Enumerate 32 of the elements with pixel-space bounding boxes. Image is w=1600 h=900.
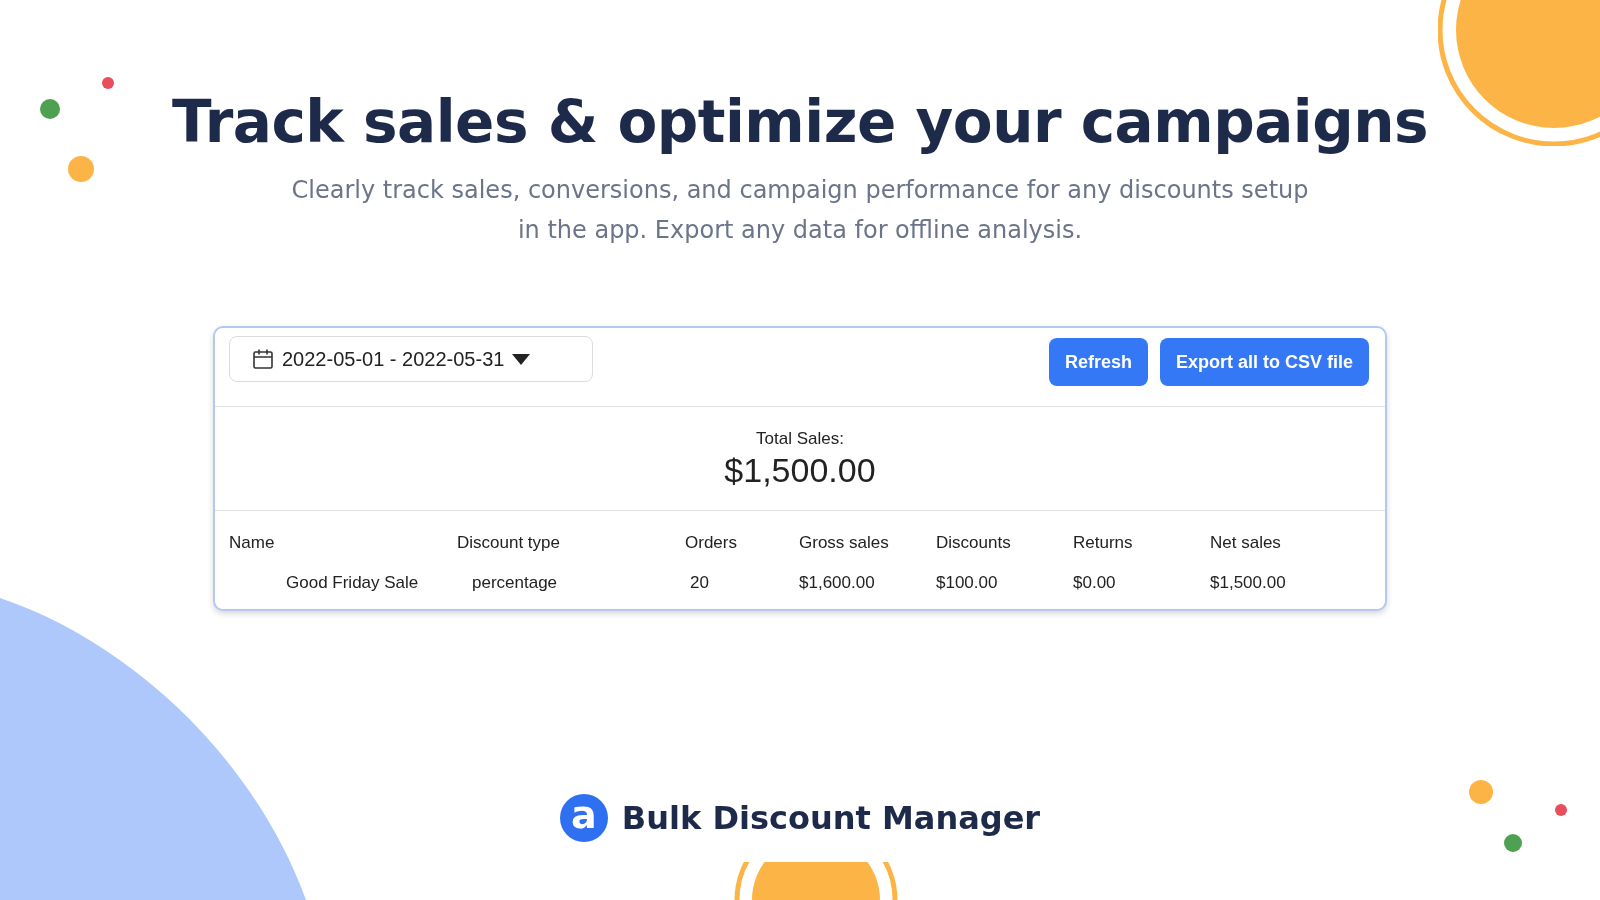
caret-icon bbox=[512, 353, 531, 365]
date-range-picker[interactable]: 2022-05-01 - 2022-05-31 bbox=[229, 336, 593, 382]
table-cell-text: 20 bbox=[689, 573, 710, 593]
column-header: Name bbox=[229, 533, 276, 553]
refresh-button[interactable]: Refresh bbox=[1048, 338, 1148, 386]
table-cell-text: $0.00 bbox=[1073, 573, 1117, 593]
table-cell-text: $100.00 bbox=[936, 573, 999, 593]
dot-decoration bbox=[1555, 804, 1567, 816]
table-cell-text: Good Friday Sale bbox=[285, 573, 420, 593]
dot-decoration bbox=[1504, 834, 1522, 852]
brand-logo: a bbox=[559, 794, 608, 842]
dot-decoration bbox=[68, 156, 94, 182]
dot-decoration bbox=[1469, 780, 1493, 804]
subtitle: in the app. Export any data for offline analysis. bbox=[516, 215, 1084, 246]
total-sales-value: $1,500.00 bbox=[724, 451, 876, 490]
total-sales-label: Total Sales: bbox=[756, 429, 844, 449]
column-header: Orders bbox=[685, 533, 738, 553]
table-cell-text: percentage bbox=[471, 573, 559, 593]
dot-decoration bbox=[102, 77, 114, 89]
brand-name: Bulk Discount Manager bbox=[621, 799, 1041, 837]
calendar-icon bbox=[252, 348, 274, 370]
column-header: Net sales bbox=[1210, 533, 1282, 553]
column-header: Gross sales bbox=[799, 533, 890, 553]
column-header: Returns bbox=[1073, 533, 1134, 553]
dot-decoration bbox=[40, 99, 60, 119]
column-header: Discounts bbox=[936, 533, 1012, 553]
table-cell-text: $1,600.00 bbox=[799, 573, 876, 593]
headline: Track sales & optimize your campaigns bbox=[171, 88, 1429, 156]
column-header: Discount type bbox=[457, 533, 561, 553]
subtitle: Clearly track sales, conversions, and campaign performance for any discounts setup bbox=[291, 175, 1309, 206]
export-button[interactable]: Export all to CSV file bbox=[1159, 338, 1369, 386]
table-cell-text: $1,500.00 bbox=[1210, 573, 1287, 593]
